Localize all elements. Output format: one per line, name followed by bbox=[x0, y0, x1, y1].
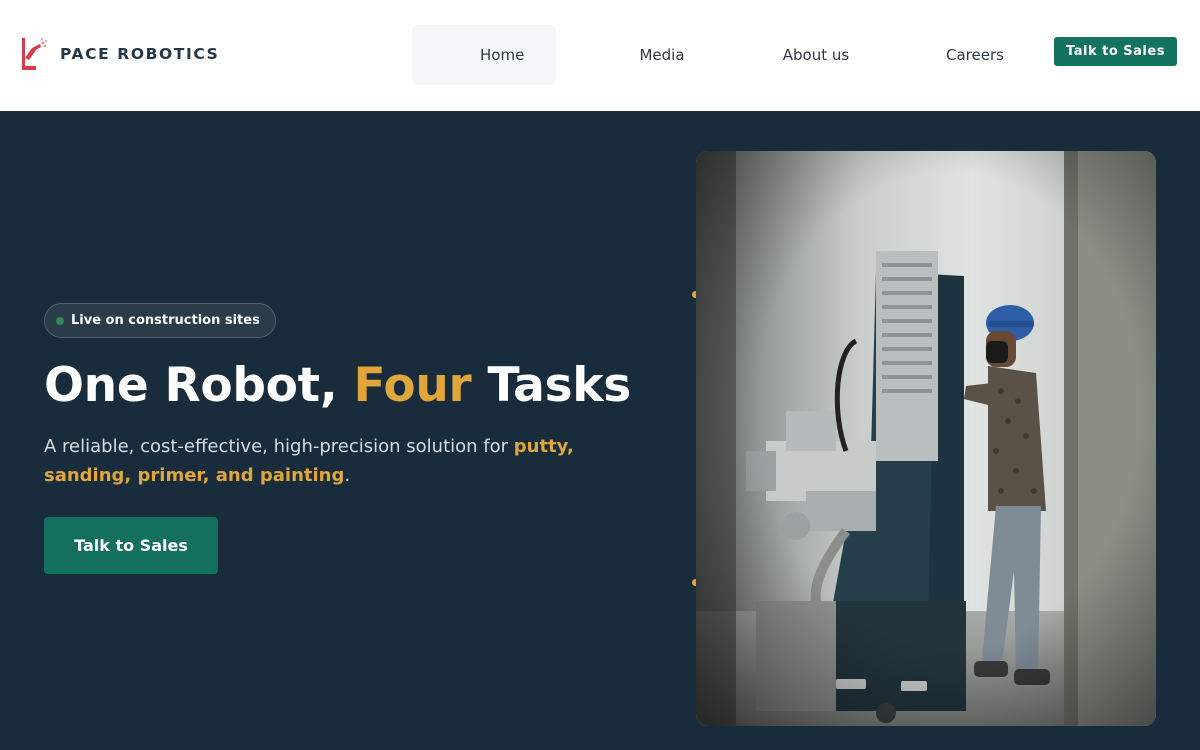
brand-name: PACE ROBOTICS bbox=[60, 45, 220, 63]
hero-title-part1: One Robot, bbox=[44, 358, 354, 413]
robot-illustration bbox=[696, 151, 1156, 726]
robot-arm-logo-icon bbox=[22, 38, 47, 70]
hero-title-part2: Tasks bbox=[471, 358, 631, 413]
brand-logo[interactable]: PACE ROBOTICS bbox=[20, 36, 219, 72]
nav-about-us[interactable]: About us bbox=[760, 25, 872, 85]
hero-subtitle-end: . bbox=[344, 465, 351, 486]
hero-talk-to-sales-button[interactable]: Talk to Sales bbox=[44, 517, 218, 574]
badge-label: Live on construction sites bbox=[71, 313, 260, 328]
nav-careers[interactable]: Careers bbox=[920, 25, 1030, 85]
hero-title-accent: Four bbox=[353, 358, 472, 413]
hero-photo-robot-worker bbox=[696, 151, 1156, 726]
hero-title: One Robot, Four Tasks bbox=[44, 358, 631, 413]
nav-media[interactable]: Media bbox=[610, 25, 714, 85]
nav-home[interactable]: Home bbox=[412, 25, 556, 85]
hero-subtitle-plain: A reliable, cost-effective, high-precisi… bbox=[44, 436, 514, 457]
site-header: PACE ROBOTICS Home Media About us Career… bbox=[0, 0, 1200, 111]
live-status-badge: Live on construction sites bbox=[44, 303, 276, 338]
hero-subtitle: A reliable, cost-effective, high-precisi… bbox=[44, 432, 604, 490]
live-dot-icon bbox=[56, 317, 64, 325]
header-talk-to-sales-button[interactable]: Talk to Sales bbox=[1054, 37, 1177, 66]
